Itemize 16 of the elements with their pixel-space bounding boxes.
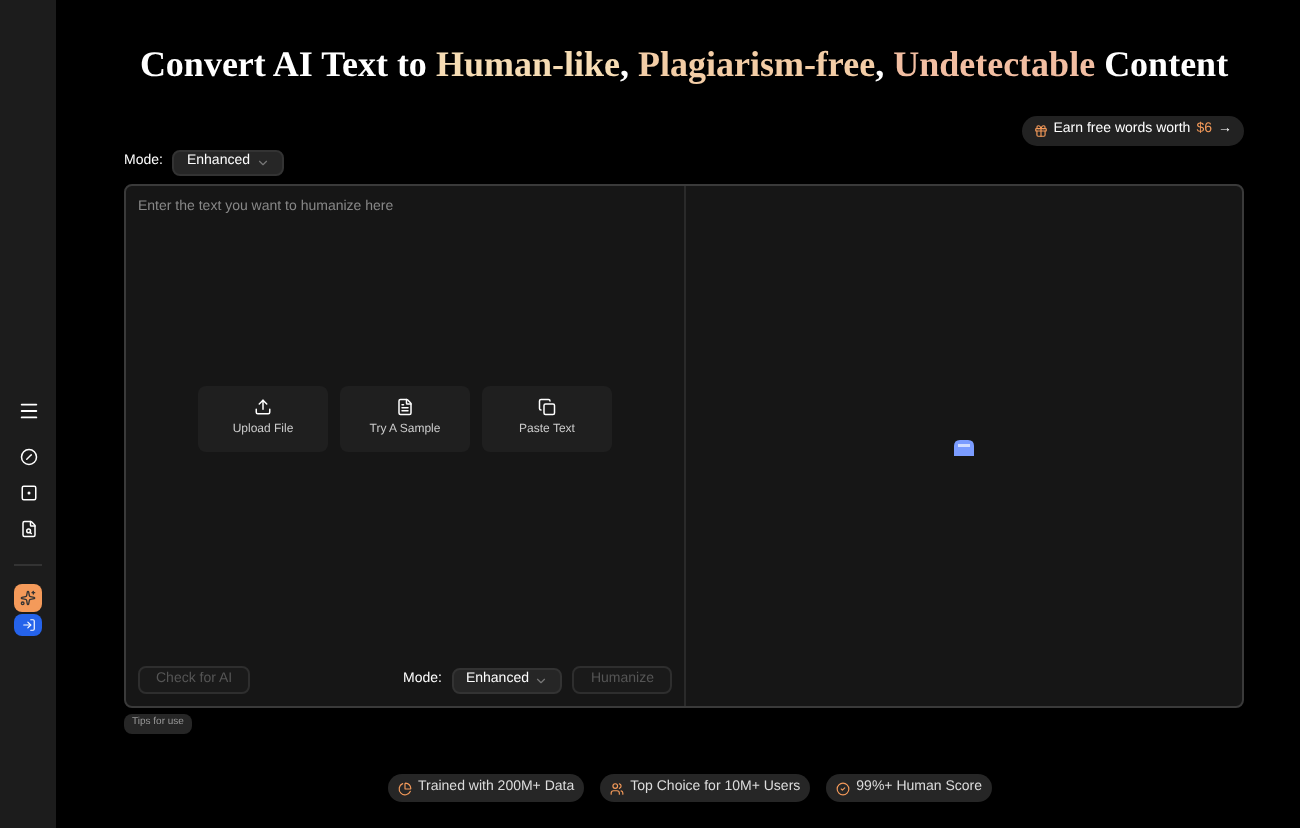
chevron-icon xyxy=(534,673,549,687)
check-icon xyxy=(836,781,851,795)
upload-icon xyxy=(254,398,272,416)
menu-icon[interactable] xyxy=(17,400,39,422)
sparkle-button[interactable] xyxy=(14,584,42,612)
sparkle-icon xyxy=(20,590,36,606)
chevron-icon xyxy=(256,156,270,170)
square-icon[interactable] xyxy=(19,484,37,502)
login-button[interactable] xyxy=(14,614,42,636)
file-search-icon[interactable] xyxy=(19,520,37,538)
page-title: Convert AI Text to Human-like, Plagiarism-free, Undetectable Content xyxy=(137,42,1231,86)
circle-slash-icon[interactable] xyxy=(19,448,37,466)
gift-icon xyxy=(1033,124,1048,138)
chart-icon xyxy=(397,781,412,795)
login-icon xyxy=(21,618,35,632)
users-icon xyxy=(610,781,625,795)
